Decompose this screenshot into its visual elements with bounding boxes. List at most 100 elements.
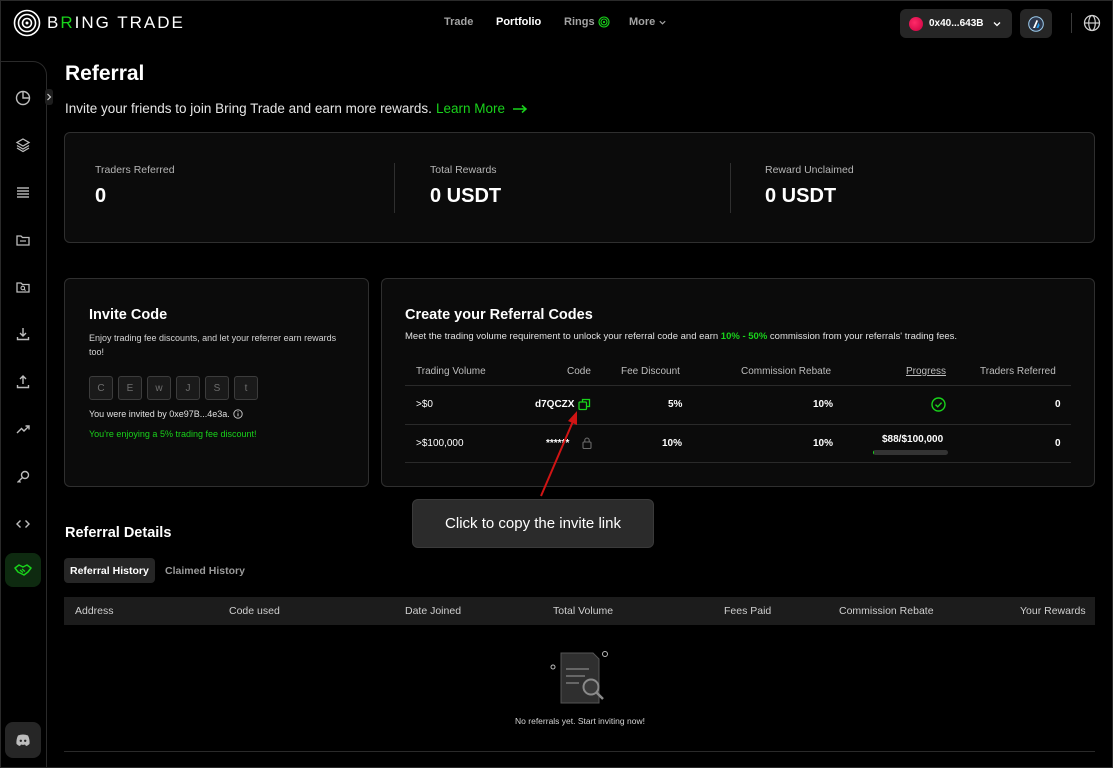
learn-more-link[interactable]: Learn More — [436, 101, 528, 116]
check-circle-icon — [931, 397, 946, 412]
code-char-box[interactable]: S — [205, 376, 229, 400]
row1-discount: 5% — [668, 399, 683, 410]
invite-description: Enjoy trading fee discounts, and let you… — [89, 333, 337, 357]
download-icon — [16, 328, 30, 341]
stat-label: Reward Unclaimed — [765, 164, 854, 176]
sidebar-item-layers[interactable] — [13, 135, 33, 155]
page-title: Referral — [65, 62, 145, 85]
subtitle-text: Invite your friends to join Bring Trade … — [65, 101, 432, 116]
stat-reward-unclaimed: Reward Unclaimed 0 USDT — [765, 164, 854, 208]
nav-more-label: More — [629, 16, 656, 28]
col-commission-rebate: Commission Rebate — [839, 605, 934, 617]
pie-chart-icon — [15, 90, 31, 106]
sidebar-item-folder[interactable] — [13, 230, 33, 250]
network-button[interactable] — [1020, 9, 1052, 38]
nav-more[interactable]: More — [629, 16, 667, 28]
stat-divider — [394, 163, 395, 213]
globe-icon[interactable] — [1083, 14, 1101, 32]
row1-rebate: 10% — [813, 399, 834, 410]
row-divider — [405, 424, 1071, 425]
progress-fill — [873, 450, 874, 455]
referral-codes-card: Create your Referral Codes Meet the trad… — [381, 278, 1095, 487]
row2-discount: 10% — [662, 438, 683, 449]
arbitrum-icon — [1028, 15, 1044, 32]
wallet-button[interactable]: 0x40...643B — [900, 9, 1012, 38]
row1-traders: 0 — [1055, 399, 1061, 410]
key-icon — [17, 470, 30, 483]
referral-codes-description: Meet the trading volume requirement to u… — [405, 331, 957, 342]
invite-code-card: Invite Code Enjoy trading fee discounts,… — [64, 278, 369, 487]
row-divider — [405, 385, 1071, 386]
code-char-box[interactable]: w — [147, 376, 171, 400]
code-char-box[interactable]: C — [89, 376, 113, 400]
stat-value: 0 USDT — [430, 185, 502, 207]
tab-claimed-history[interactable]: Claimed History — [159, 558, 251, 583]
trending-up-icon — [16, 425, 30, 434]
sidebar-item-withdraw[interactable] — [13, 372, 33, 392]
invited-by-text: You were invited by 0xe97B...4e3a. — [89, 409, 243, 419]
th-commission-rebate: Commission Rebate — [741, 366, 832, 377]
copy-icon[interactable] — [578, 398, 591, 411]
learn-more-label: Learn More — [435, 101, 505, 116]
brand-logo[interactable]: BRING TRADE — [13, 9, 185, 37]
th-progress[interactable]: Progress — [906, 366, 946, 377]
col-date-joined: Date Joined — [405, 605, 462, 617]
empty-state-text: No referrals yet. Start inviting now! — [515, 716, 645, 726]
lock-icon — [582, 437, 592, 449]
info-icon[interactable] — [233, 409, 243, 419]
nav-portfolio[interactable]: Portfolio — [496, 16, 541, 28]
folder-icon — [16, 235, 30, 246]
row2-progress-text: $88/$100,000 — [882, 434, 944, 445]
row1-volume: >$0 — [416, 399, 433, 410]
sidebar — [1, 61, 47, 767]
stat-total-rewards: Total Rewards 0 USDT — [430, 164, 501, 208]
th-fee-discount: Fee Discount — [621, 366, 680, 377]
sidebar-item-referral[interactable] — [5, 553, 41, 587]
sidebar-item-trending[interactable] — [13, 419, 33, 439]
invited-by-label: You were invited by 0xe97B...4e3a. — [89, 409, 230, 419]
th-trading-volume: Trading Volume — [416, 366, 486, 377]
discount-status: You're enjoying a 5% trading fee discoun… — [89, 429, 257, 439]
desc-text: Meet the trading volume requirement to u… — [405, 331, 719, 342]
invite-code-title: Invite Code — [89, 307, 168, 323]
tab-referral-history[interactable]: Referral History — [64, 558, 155, 583]
sidebar-collapse-toggle[interactable] — [45, 89, 53, 105]
empty-document-search-icon — [550, 651, 608, 704]
code-char-box[interactable]: J — [176, 376, 200, 400]
stat-label: Traders Referred — [95, 164, 175, 176]
chevron-right-icon — [47, 93, 52, 101]
row1-code: d7QCZX — [535, 399, 575, 410]
stat-traders-referred: Traders Referred 0 — [95, 164, 175, 208]
folder-search-icon — [16, 282, 30, 293]
wallet-address: 0x40...643B — [929, 18, 984, 29]
table-bottom-divider — [64, 751, 1095, 752]
sidebar-item-dashboard[interactable] — [13, 88, 33, 108]
nav-trade[interactable]: Trade — [444, 16, 473, 28]
nav-rings[interactable]: Rings — [564, 16, 610, 28]
col-address: Address — [75, 605, 114, 617]
row2-traders: 0 — [1055, 438, 1061, 449]
chevron-down-icon — [993, 21, 1000, 26]
sidebar-item-search-folder[interactable] — [13, 277, 33, 297]
sidebar-item-deposit[interactable] — [13, 324, 33, 344]
wallet-avatar-icon — [909, 16, 923, 31]
sidebar-item-list[interactable] — [13, 182, 33, 202]
col-your-rewards: Your Rewards — [1020, 605, 1086, 617]
logo-icon — [13, 9, 41, 37]
page-subtitle: Invite your friends to join Bring Trade … — [65, 101, 528, 116]
row2-volume: >$100,000 — [416, 438, 464, 449]
code-icon — [16, 520, 30, 528]
th-traders-referred: Traders Referred — [980, 366, 1056, 377]
commission-range: 10% - 50% — [720, 331, 768, 342]
code-char-box[interactable]: E — [118, 376, 142, 400]
stat-label: Total Rewards — [430, 164, 497, 176]
discord-button[interactable] — [5, 722, 41, 758]
stat-value: 0 USDT — [765, 185, 837, 207]
app-window: BRING TRADE Trade Portfolio Rings More 0… — [0, 0, 1113, 768]
sidebar-item-keys[interactable] — [13, 467, 33, 487]
code-char-box[interactable]: t — [234, 376, 258, 400]
col-fees-paid: Fees Paid — [724, 605, 772, 617]
sidebar-item-api[interactable] — [13, 514, 33, 534]
handshake-icon — [14, 564, 32, 576]
nav-rings-label: Rings — [564, 16, 595, 28]
